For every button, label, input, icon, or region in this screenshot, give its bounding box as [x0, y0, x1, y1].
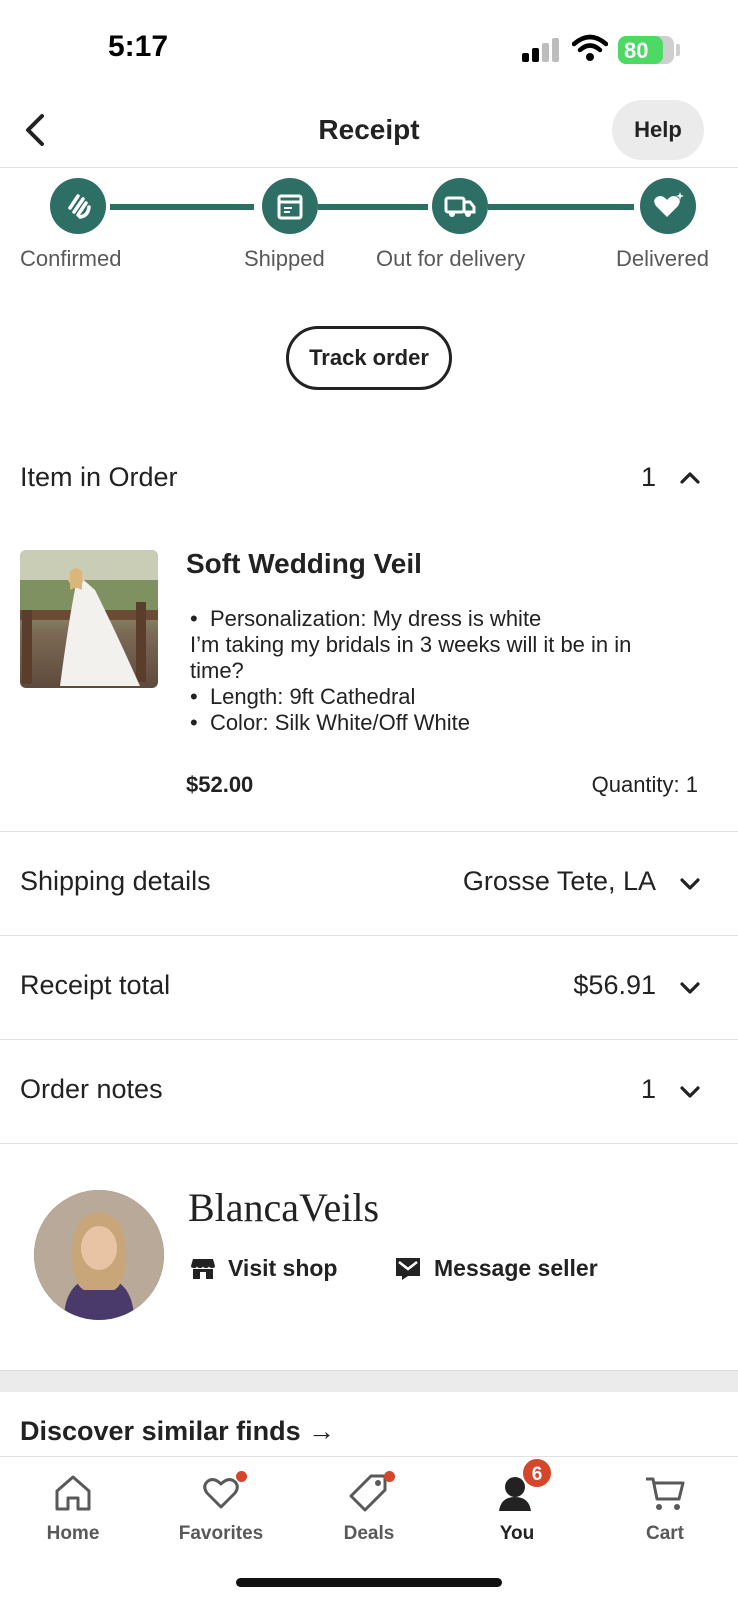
section-separator: [0, 1370, 738, 1392]
visit-shop-button[interactable]: Visit shop: [190, 1250, 338, 1286]
tab-label: You: [499, 1523, 535, 1544]
divider: [0, 1143, 738, 1144]
tab-deals[interactable]: Deals: [309, 1471, 429, 1545]
signal-icon: [522, 38, 562, 62]
divider: [0, 831, 738, 832]
help-button[interactable]: Help: [612, 100, 704, 160]
message-seller-button[interactable]: Message seller: [394, 1250, 598, 1286]
notification-dot: [384, 1471, 395, 1482]
tab-cart[interactable]: Cart: [605, 1471, 725, 1545]
truck-icon: [432, 178, 488, 234]
status-bar: 5:17 80: [0, 0, 738, 96]
item-length: • Length: 9ft Cathedral: [190, 684, 416, 709]
wifi-icon: [572, 34, 608, 61]
seller-name[interactable]: BlancaVeils: [188, 1184, 379, 1231]
order-progress: Confirmed Shipped Out for delivery Deliv…: [0, 170, 738, 280]
shop-icon: [191, 1259, 215, 1279]
heart-sparkle-icon: [640, 178, 696, 234]
mail-icon: [396, 1258, 420, 1280]
item-price: $52.00: [186, 772, 254, 797]
tag-icon: [347, 1471, 395, 1515]
item-image[interactable]: [20, 550, 158, 688]
divider: [0, 1039, 738, 1040]
item-color: • Color: Silk White/Off White: [190, 710, 470, 735]
item-details: • Personalization: My dress is white I’m…: [190, 606, 690, 736]
step-label-out-for-delivery: Out for delivery: [376, 246, 526, 271]
items-section-label[interactable]: Item in Order: [20, 462, 178, 493]
home-indicator: [236, 1578, 502, 1587]
order-notes-label: Order notes: [20, 1074, 163, 1104]
tab-you[interactable]: 6 You: [457, 1457, 577, 1545]
chevron-down-icon[interactable]: [678, 976, 702, 1000]
home-icon: [51, 1471, 95, 1515]
discover-similar-link[interactable]: Discover similar finds →: [20, 1416, 335, 1447]
visit-shop-label: Visit shop: [228, 1254, 338, 1281]
progress-line: [488, 204, 634, 210]
divider: [0, 935, 738, 936]
tab-label: Home: [46, 1523, 100, 1544]
step-label-shipped: Shipped: [244, 246, 325, 271]
item-personalization-cont: I’m taking my bridals in 3 weeks will it…: [190, 632, 632, 683]
cart-icon: [643, 1471, 687, 1515]
shipping-location: Grosse Tete, LA: [462, 866, 656, 896]
progress-line: [110, 204, 254, 210]
tab-label: Deals: [343, 1523, 395, 1544]
receipt-total-value: $56.91: [573, 970, 656, 1000]
notification-dot: [236, 1471, 247, 1482]
tab-label: Favorites: [178, 1523, 264, 1544]
person-icon: 6: [495, 1457, 553, 1515]
items-count: 1: [640, 462, 656, 492]
item-title[interactable]: Soft Wedding Veil: [186, 548, 422, 580]
battery-percent: 80: [624, 38, 649, 63]
hand-wave-icon: [50, 178, 106, 234]
item-quantity: Quantity: 1: [591, 772, 698, 797]
tab-home[interactable]: Home: [13, 1471, 133, 1545]
step-label-confirmed: Confirmed: [20, 246, 122, 271]
message-seller-label: Message seller: [434, 1254, 598, 1281]
nav-header: Receipt Help: [0, 96, 738, 168]
tab-favorites[interactable]: Favorites: [161, 1471, 281, 1545]
chevron-down-icon[interactable]: [678, 872, 702, 896]
status-time: 5:17: [108, 30, 169, 63]
receipt-total-label: Receipt total: [20, 970, 171, 1000]
track-order-button[interactable]: Track order: [286, 326, 452, 390]
battery-nub: [676, 44, 680, 56]
battery-icon: 80: [618, 36, 674, 64]
item-personalization: • Personalization: My dress is white: [190, 606, 542, 631]
step-label-delivered: Delivered: [616, 246, 709, 271]
chevron-down-icon[interactable]: [678, 1080, 702, 1104]
heart-icon: [199, 1471, 247, 1515]
progress-line: [318, 204, 428, 210]
shipping-details-label: Shipping details: [20, 866, 211, 896]
chevron-up-icon[interactable]: [678, 466, 702, 490]
package-icon: [262, 178, 318, 234]
order-notes-count: 1: [640, 1074, 656, 1104]
tab-label: Cart: [645, 1523, 684, 1544]
notification-badge: 6: [521, 1457, 553, 1489]
seller-avatar[interactable]: [34, 1190, 164, 1320]
